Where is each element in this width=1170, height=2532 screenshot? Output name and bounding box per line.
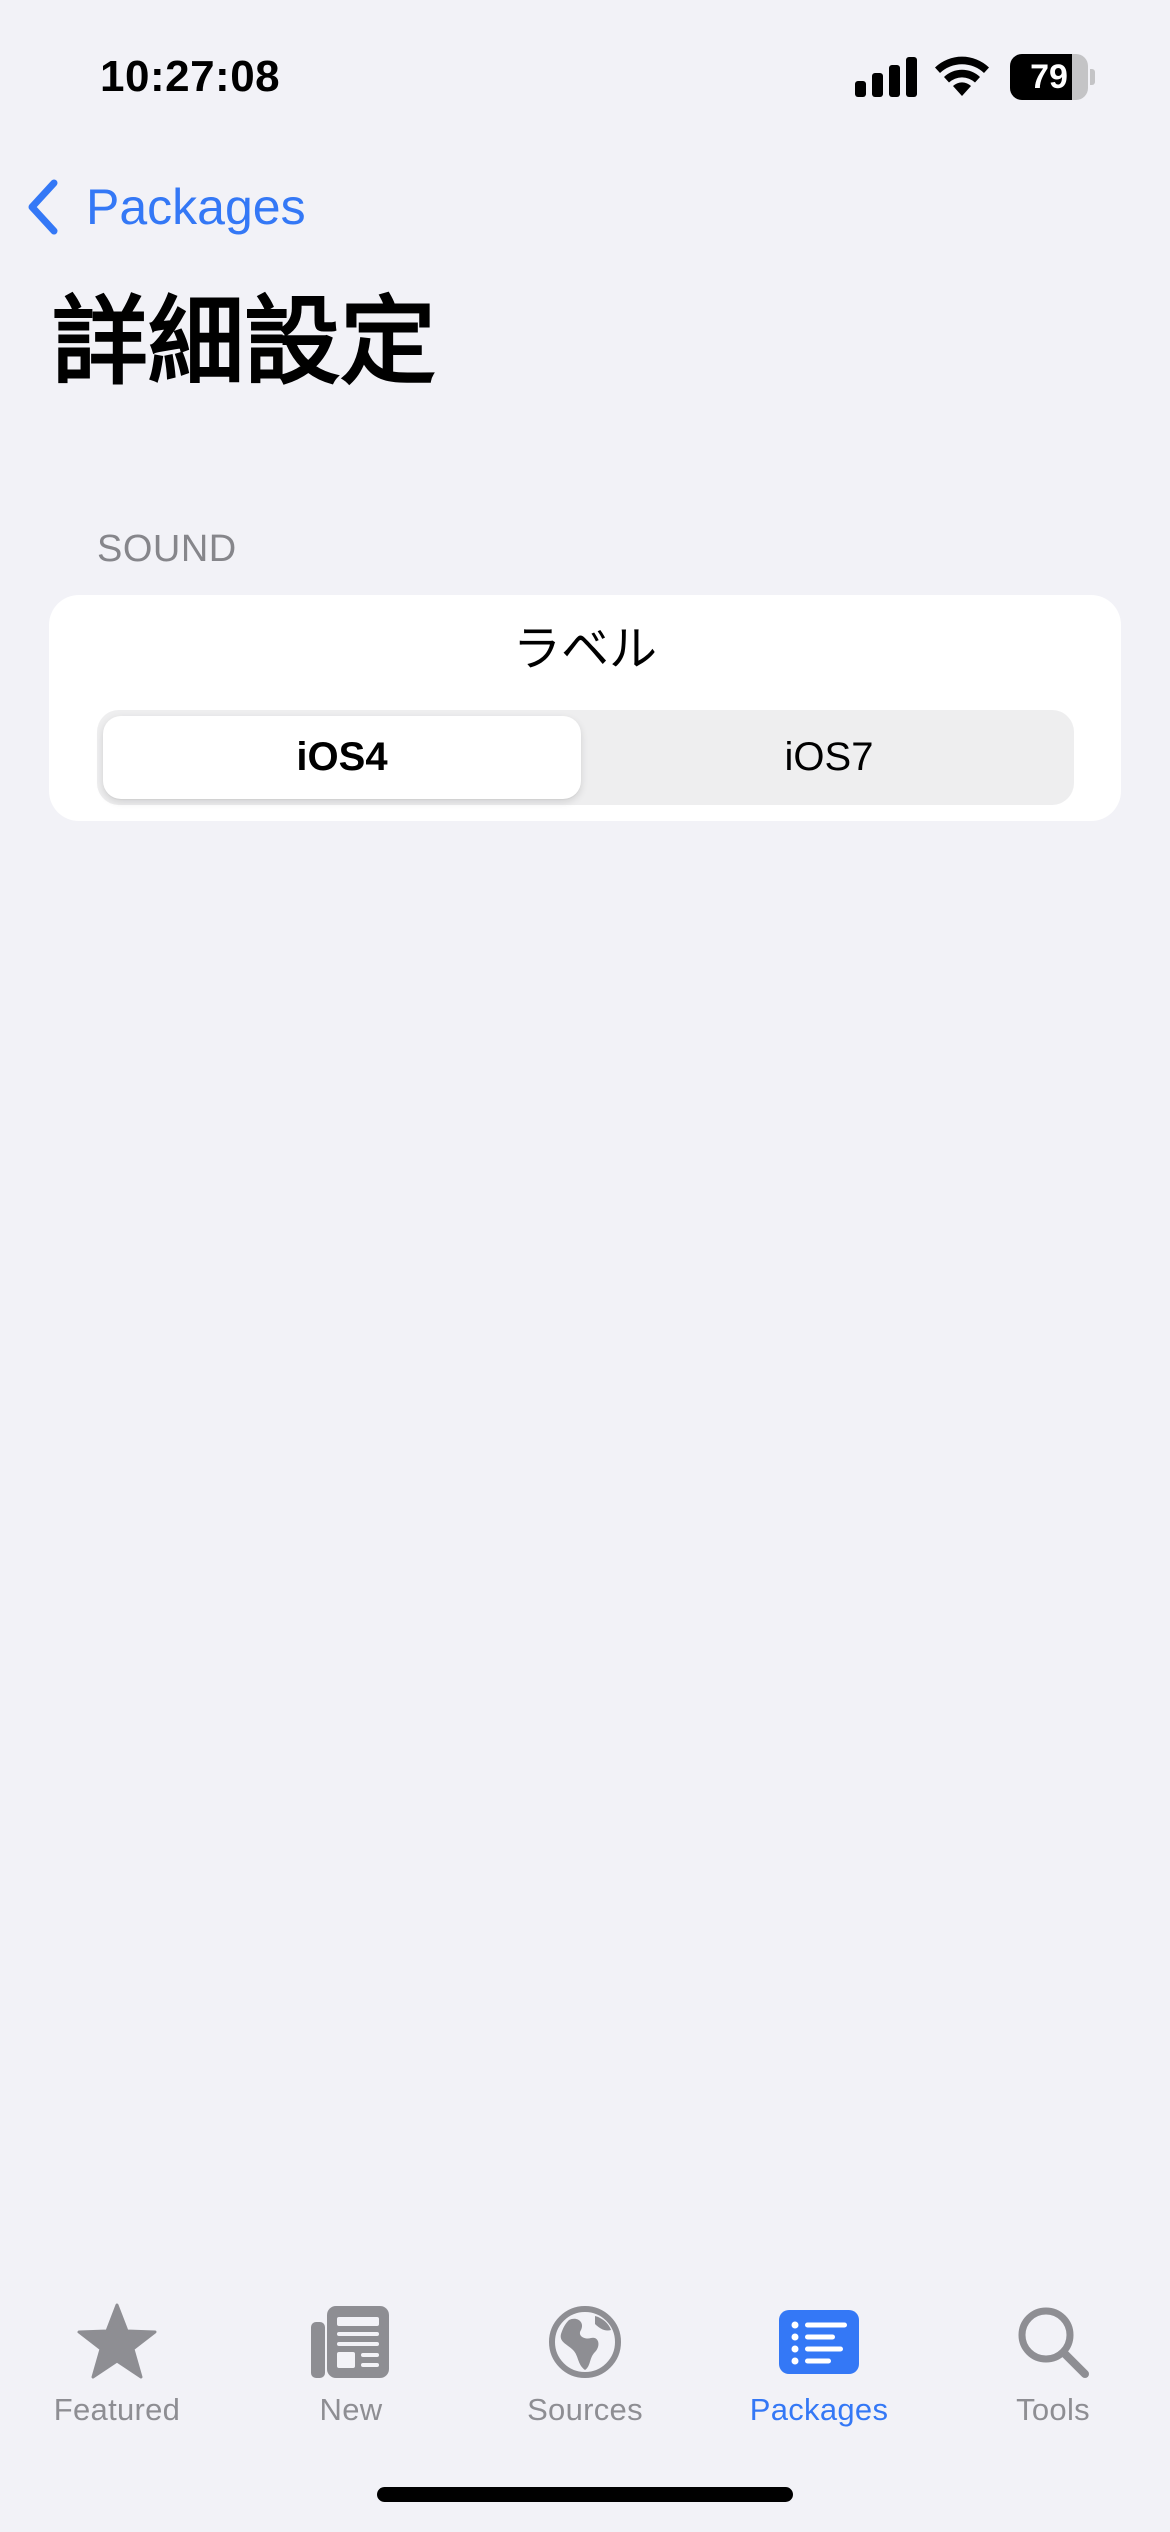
cellular-signal-icon xyxy=(855,55,917,97)
battery-percent: 79 xyxy=(1030,58,1068,96)
back-button-label: Packages xyxy=(86,179,306,235)
tab-label: Featured xyxy=(53,2392,181,2427)
back-button[interactable]: Packages xyxy=(24,170,306,244)
screen: 10:27:08 79 Packages 詳細設定 SOUND ラベル iOS4… xyxy=(0,0,1170,2532)
tab-packages[interactable]: Packages xyxy=(702,2300,936,2450)
tab-label: New xyxy=(319,2392,383,2427)
battery-icon: 79 xyxy=(1010,54,1095,100)
status-time: 10:27:08 xyxy=(100,52,281,101)
section-header: SOUND xyxy=(97,528,237,570)
segmented-control: iOS4 iOS7 xyxy=(97,710,1074,805)
chevron-left-icon xyxy=(28,179,58,235)
page-title: 詳細設定 xyxy=(52,289,436,396)
globe-icon xyxy=(549,2306,621,2378)
newspaper-icon xyxy=(311,2306,389,2378)
wifi-icon xyxy=(935,56,989,96)
segment-ios4[interactable]: iOS4 xyxy=(103,716,581,799)
list-icon xyxy=(779,2310,859,2374)
segment-ios7[interactable]: iOS7 xyxy=(590,716,1068,799)
tab-tools[interactable]: Tools xyxy=(936,2300,1170,2450)
tab-label: Packages xyxy=(749,2392,889,2427)
row-label: ラベル xyxy=(512,623,657,676)
tab-label: Sources xyxy=(527,2392,643,2427)
status-bar: 10:27:08 79 xyxy=(0,0,1170,150)
tab-new[interactable]: New xyxy=(234,2300,468,2450)
home-indicator xyxy=(377,2487,793,2502)
tab-sources[interactable]: Sources xyxy=(468,2300,702,2450)
settings-card: ラベル iOS4 iOS7 xyxy=(49,595,1121,821)
star-icon xyxy=(77,2303,157,2379)
magnifier-icon xyxy=(1018,2307,1089,2378)
tab-label: Tools xyxy=(1016,2392,1090,2427)
tab-featured[interactable]: Featured xyxy=(0,2300,234,2450)
